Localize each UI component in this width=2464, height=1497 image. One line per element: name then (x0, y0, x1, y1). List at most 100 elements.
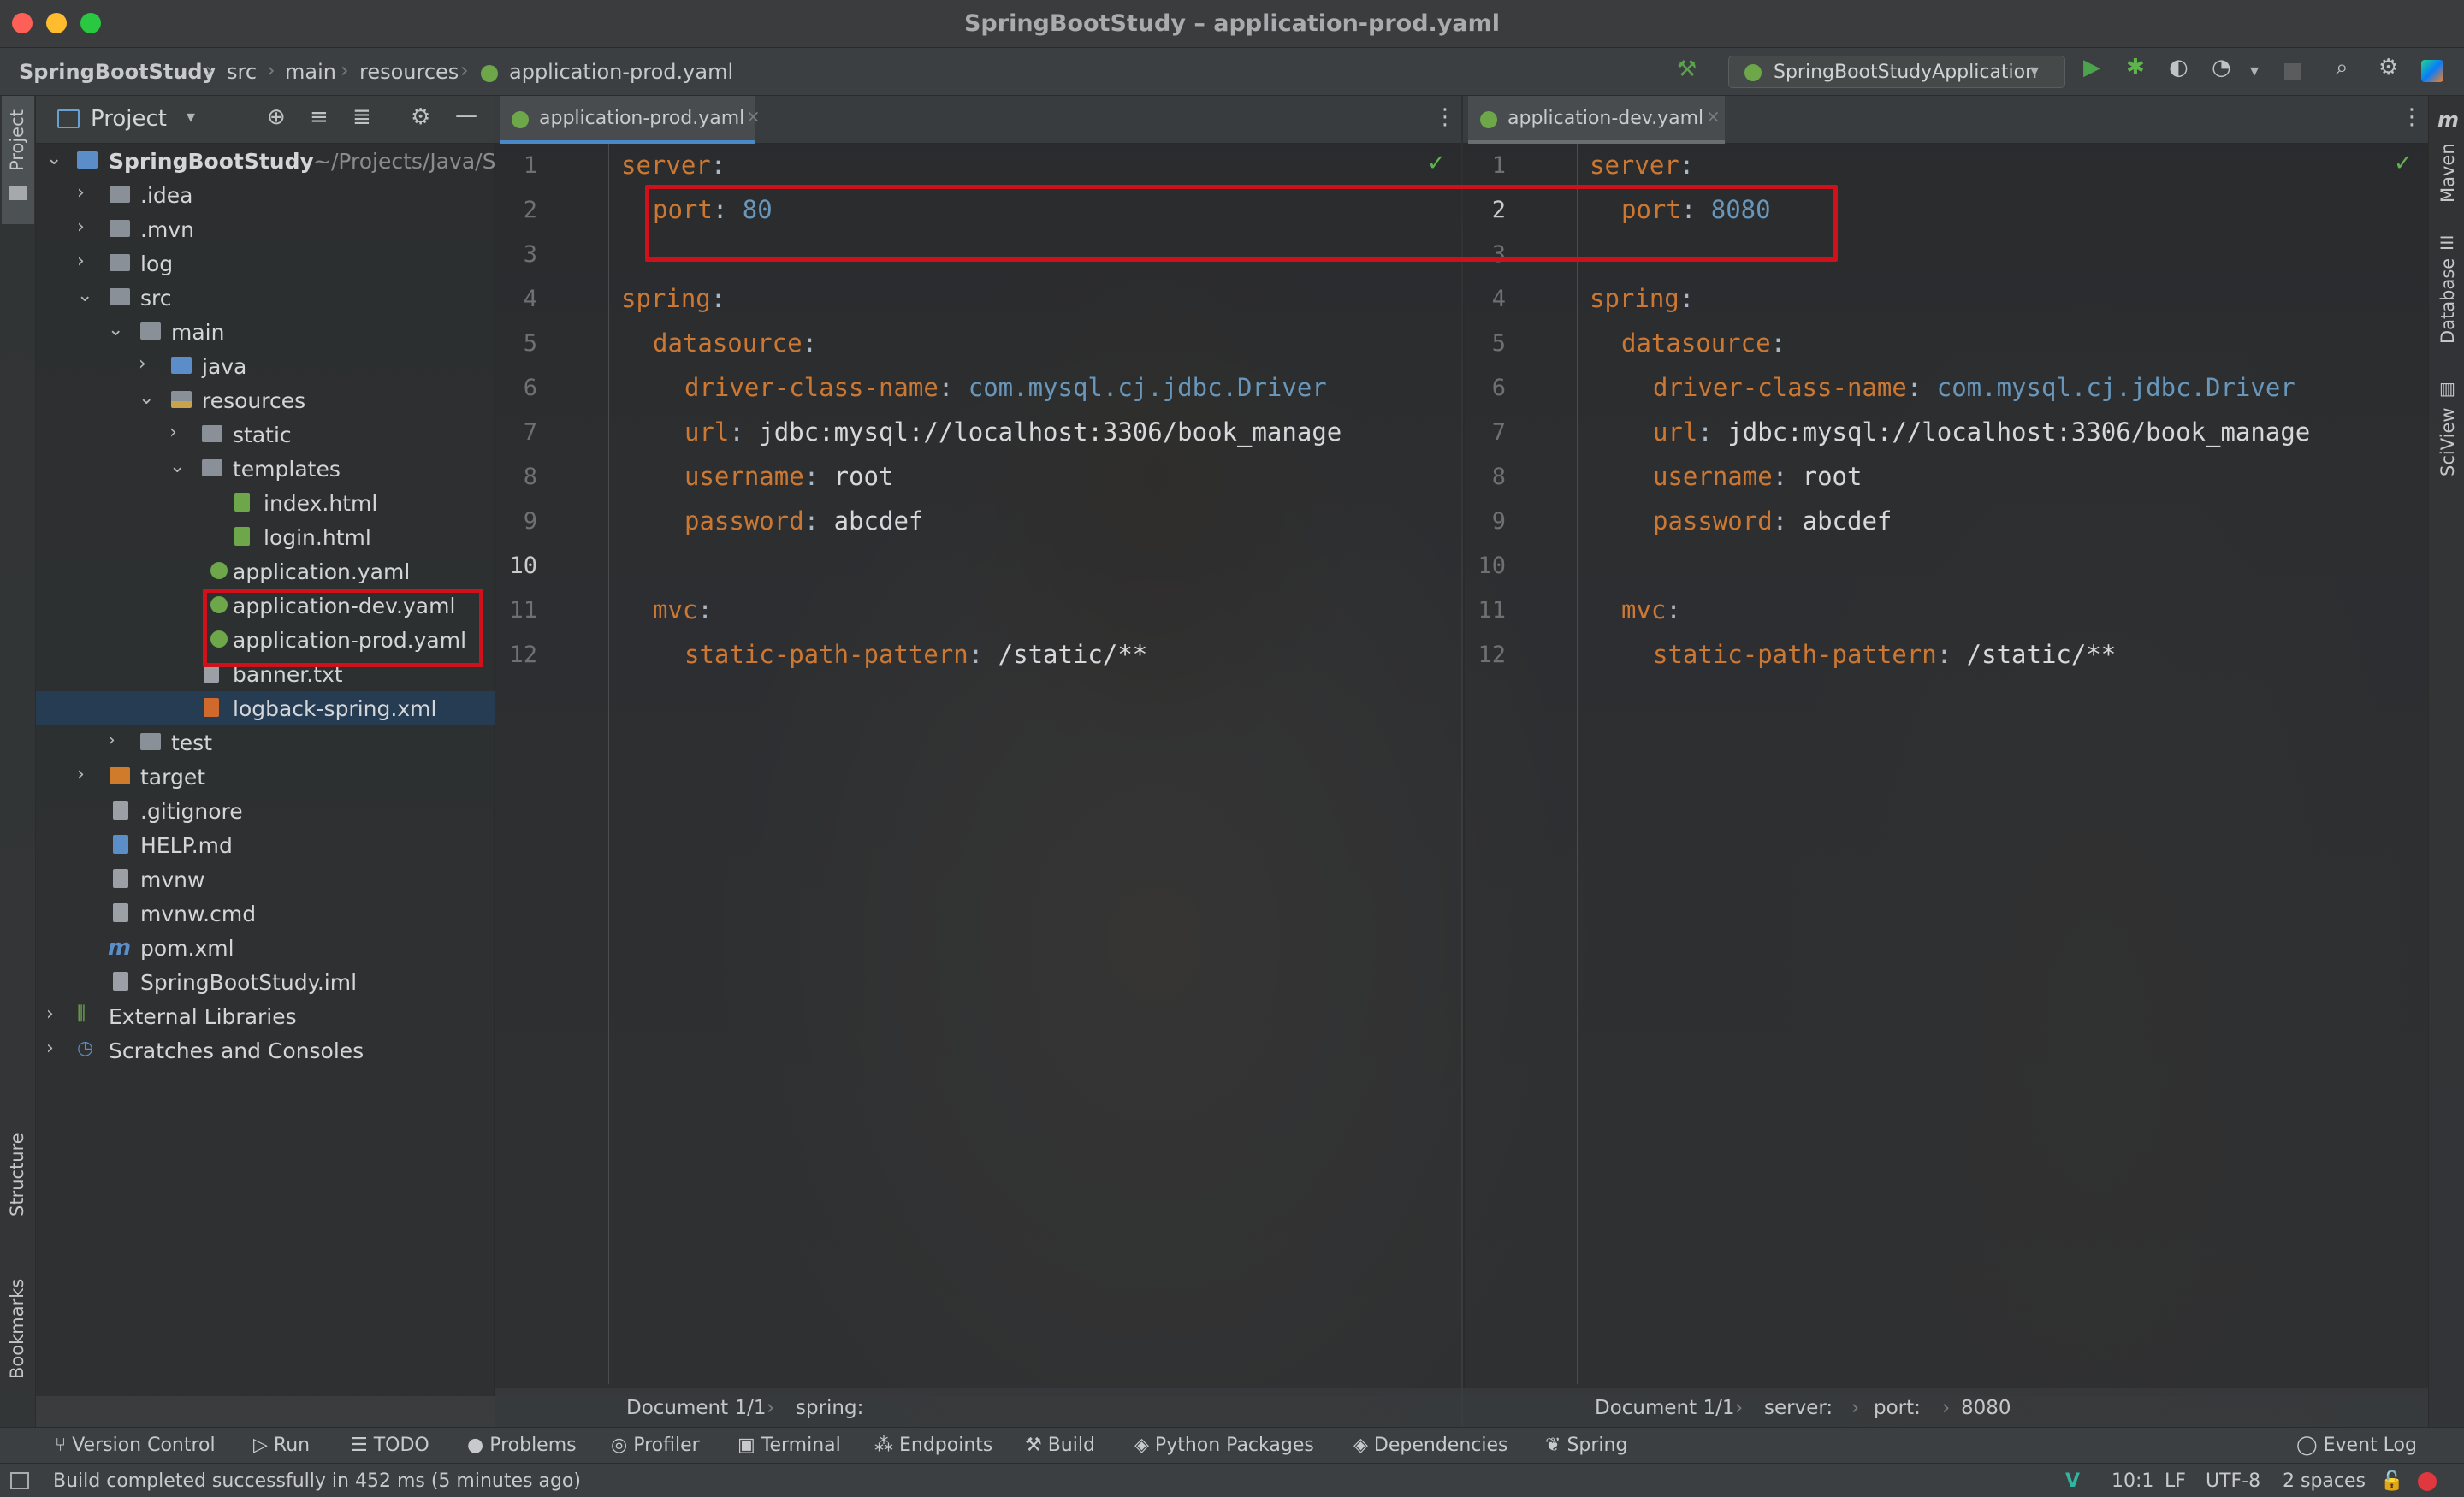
chevron-down-icon[interactable]: ⌄ (169, 456, 185, 477)
tab-application-prod-yaml[interactable]: application-prod.yaml × (500, 96, 761, 144)
file-encoding[interactable]: UTF-8 (2206, 1470, 2260, 1492)
code-line[interactable]: spring: (621, 284, 726, 313)
more-options-icon[interactable]: ⋮ (1434, 104, 1456, 130)
close-tab-icon[interactable]: × (1706, 106, 1721, 127)
code-line[interactable]: static-path-pattern: /static/** (1653, 640, 2116, 669)
caret-position[interactable]: 10:1 (2112, 1470, 2153, 1492)
tree-item[interactable]: mvnw (36, 862, 495, 896)
close-tab-icon[interactable]: × (746, 106, 761, 127)
code-line[interactable]: driver-class-name: com.mysql.cj.jdbc.Dri… (684, 373, 1327, 402)
endpoints-tool[interactable]: ⁂ Endpoints (874, 1435, 992, 1456)
tree-item[interactable]: mvnw.cmd (36, 896, 495, 931)
document-indicator[interactable]: Document 1/1 (626, 1397, 766, 1419)
gear-icon[interactable]: ⚙ (2378, 55, 2398, 80)
chevron-down-icon[interactable]: ▾ (2250, 60, 2259, 80)
code-line[interactable]: spring: (1590, 284, 1694, 313)
project-tool-label[interactable]: Project (7, 109, 27, 171)
plugin-v-icon[interactable]: V (2065, 1470, 2080, 1492)
tree-item[interactable]: ⌄ main (36, 315, 495, 349)
breadcrumb-src[interactable]: src (227, 60, 257, 84)
hide-panel-icon[interactable]: — (455, 103, 477, 128)
chevron-right-icon[interactable]: › (77, 251, 85, 272)
tree-item[interactable]: ⌄ resources (36, 383, 495, 417)
chevron-right-icon[interactable]: › (46, 1038, 54, 1059)
terminal-tool[interactable]: ▣ Terminal (737, 1435, 841, 1456)
code-line[interactable]: password: abcdef (684, 506, 923, 535)
debug-icon[interactable]: ✱ (2126, 55, 2145, 80)
problems-tool[interactable]: ● Problems (467, 1435, 577, 1456)
chevron-right-icon[interactable]: › (108, 730, 116, 751)
event-log-tool[interactable]: ◯ Event Log (2296, 1435, 2417, 1456)
chevron-right-icon[interactable]: › (169, 422, 177, 443)
bookmarks-tool-label[interactable]: Bookmarks (7, 1279, 27, 1379)
chevron-right-icon[interactable]: › (139, 353, 146, 375)
build-hammer-icon[interactable]: ⚒ (1677, 56, 1697, 82)
structure-tool-label[interactable]: Structure (7, 1133, 27, 1216)
profiler-tool[interactable]: ◎ Profiler (611, 1435, 700, 1456)
python-packages-tool[interactable]: ◈ Python Packages (1134, 1435, 1314, 1456)
stop-icon[interactable] (2284, 63, 2301, 80)
tree-item[interactable]: application.yaml (36, 554, 495, 589)
chevron-right-icon[interactable]: › (77, 764, 85, 785)
build-tool[interactable]: ⚒ Build (1025, 1435, 1095, 1456)
tree-item[interactable]: HELP.md (36, 828, 495, 862)
chevron-right-icon[interactable]: › (46, 1003, 54, 1025)
tree-item[interactable]: m pom.xml (36, 931, 495, 965)
yaml-path-crumb[interactable]: server: (1764, 1397, 1833, 1419)
lock-icon[interactable]: 🔓 (2380, 1470, 2403, 1492)
tree-item[interactable]: ⌄ src (36, 281, 495, 315)
todo-tool[interactable]: ☰ TODO (351, 1435, 429, 1456)
code-line[interactable]: server: (1590, 151, 1694, 180)
yaml-path-crumb[interactable]: spring: (796, 1397, 863, 1419)
line-separator[interactable]: LF (2165, 1470, 2186, 1492)
run-icon[interactable]: ▶ (2083, 55, 2100, 80)
tree-item[interactable]: index.html (36, 486, 495, 520)
tree-item[interactable]: › ◷ Scratches and Consoles (36, 1033, 495, 1068)
version-control-tool[interactable]: ⑂ Version Control (55, 1435, 216, 1456)
tree-item[interactable]: › test (36, 725, 495, 760)
tree-item[interactable]: login.html (36, 520, 495, 554)
sciview-tool-label[interactable]: SciView (2437, 407, 2458, 476)
tree-item[interactable]: › target (36, 760, 495, 794)
gear-icon[interactable]: ⚙ (411, 104, 430, 130)
tree-item[interactable]: › ⫼ External Libraries (36, 999, 495, 1033)
toggle-tool-windows-icon[interactable] (10, 1472, 29, 1489)
chevron-down-icon[interactable]: ⌄ (77, 285, 92, 306)
yaml-path-crumb[interactable]: 8080 (1961, 1397, 2011, 1419)
code-line[interactable]: username: root (684, 462, 893, 491)
tree-item[interactable]: › .mvn (36, 212, 495, 246)
code-line[interactable]: datasource: (653, 328, 817, 358)
code-line[interactable]: password: abcdef (1653, 506, 1892, 535)
tree-item-selected[interactable]: logback-spring.xml (36, 691, 495, 725)
profile-icon[interactable]: ◔ (2212, 55, 2231, 80)
tree-item-root[interactable]: ⌄ SpringBootStudy ~/Projects/Java/S (36, 144, 495, 178)
dependencies-tool[interactable]: ◈ Dependencies (1353, 1435, 1508, 1456)
more-options-icon[interactable]: ⋮ (2401, 104, 2423, 130)
chevron-down-icon[interactable]: ⌄ (139, 388, 154, 409)
tree-item[interactable]: SpringBootStudy.iml (36, 965, 495, 999)
status-message[interactable]: Build completed successfully in 452 ms (… (53, 1470, 581, 1492)
chevron-right-icon[interactable]: › (77, 182, 85, 204)
chevron-down-icon[interactable]: ⌄ (46, 148, 62, 169)
code-line[interactable]: static-path-pattern: /static/** (684, 640, 1147, 669)
tree-item[interactable]: › static (36, 417, 495, 452)
code-line[interactable]: url: jdbc:mysql://localhost:3306/book_ma… (1653, 417, 2310, 447)
document-indicator[interactable]: Document 1/1 (1595, 1397, 1734, 1419)
jetbrains-logo-icon[interactable] (2421, 60, 2443, 82)
breadcrumb-project[interactable]: SpringBootStudy (19, 60, 216, 84)
tree-item[interactable]: › .idea (36, 178, 495, 212)
tree-item[interactable]: .gitignore (36, 794, 495, 828)
code-line[interactable]: username: root (1653, 462, 1862, 491)
chevron-right-icon[interactable]: › (77, 216, 85, 238)
breadcrumb-file[interactable]: application-prod.yaml (509, 60, 733, 84)
tree-item[interactable]: ⌄ templates (36, 452, 495, 486)
collapse-all-icon[interactable]: ≣ (352, 104, 371, 130)
run-configuration-selector[interactable]: SpringBootStudyApplication ▾ (1728, 56, 2065, 88)
code-line[interactable]: url: jdbc:mysql://localhost:3306/book_ma… (684, 417, 1342, 447)
breadcrumb-resources[interactable]: resources (359, 60, 459, 84)
chevron-down-icon[interactable]: ⌄ (108, 319, 123, 340)
breadcrumb-main[interactable]: main (285, 60, 336, 84)
run-tool[interactable]: ▷ Run (253, 1435, 310, 1456)
code-line[interactable]: driver-class-name: com.mysql.cj.jdbc.Dri… (1653, 373, 2295, 402)
notification-icon[interactable] (2418, 1472, 2437, 1491)
